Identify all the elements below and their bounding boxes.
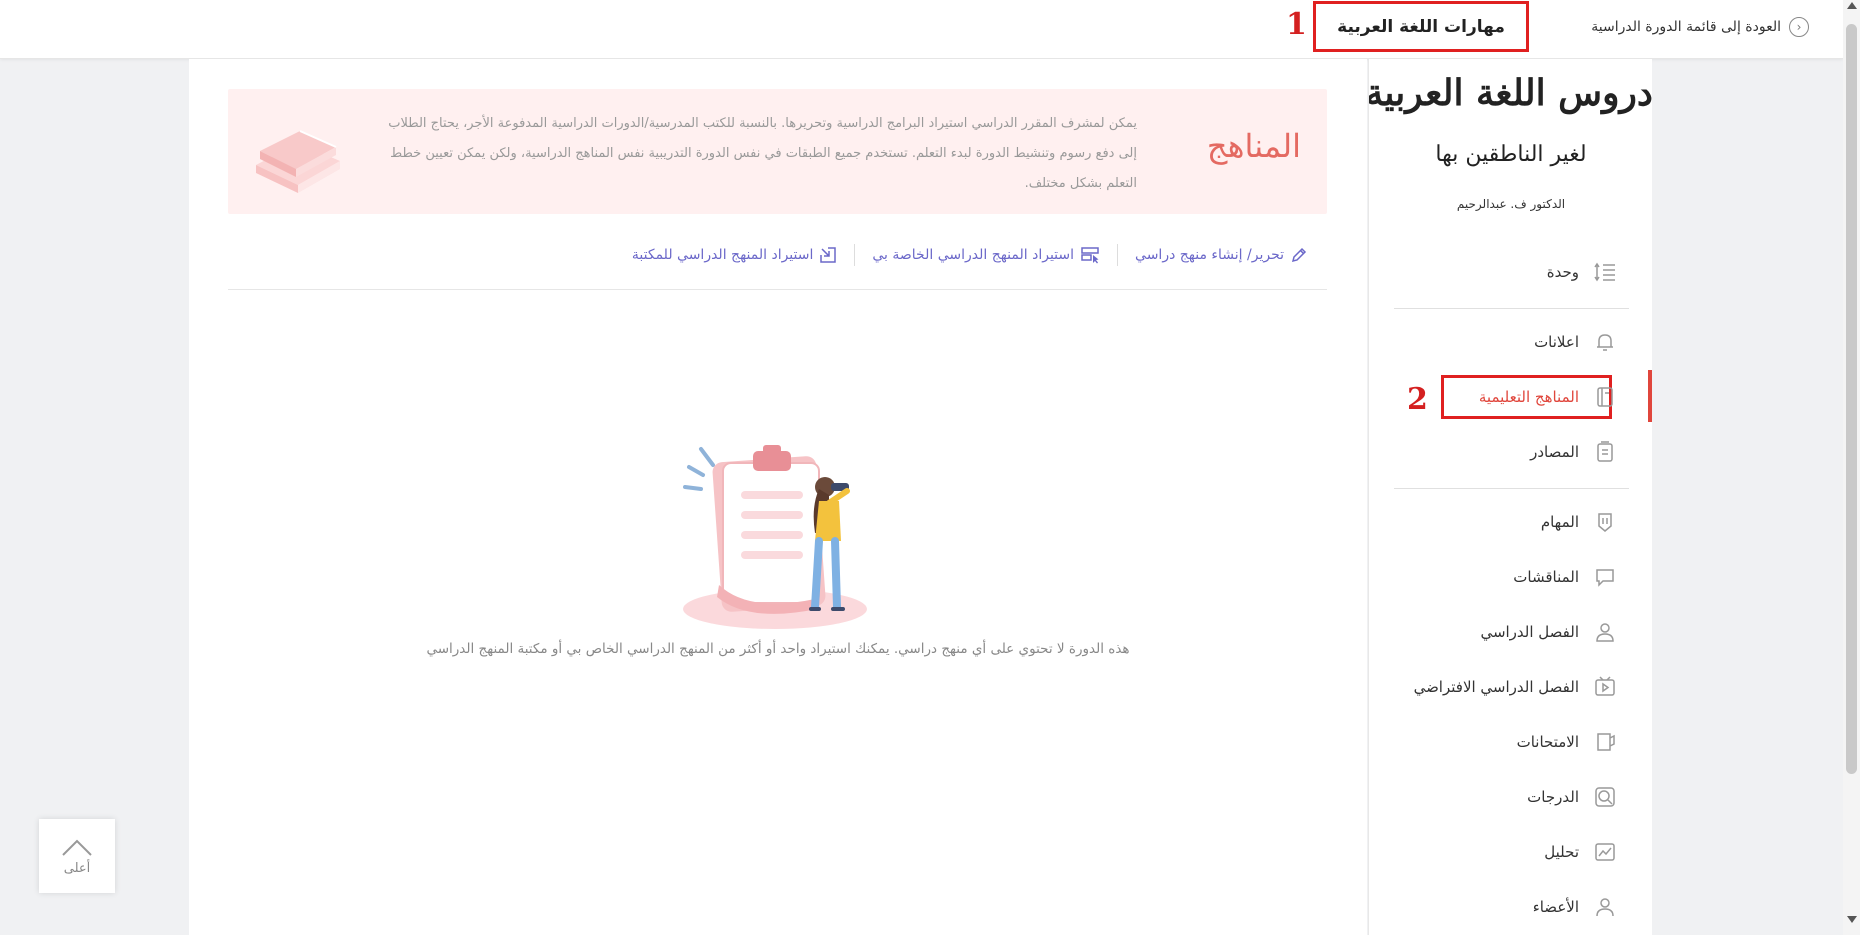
- sidebar-item-label: المهام: [1540, 513, 1579, 531]
- list-icon: [1593, 260, 1617, 284]
- chat-icon: [1593, 565, 1617, 589]
- exam-icon: [1593, 730, 1617, 754]
- task-icon: [1593, 510, 1617, 534]
- book-logo-author: الدكتور ف. عبدالرحيم: [1457, 197, 1565, 212]
- sidebar-item-classroom[interactable]: الفصل الدراسي: [1480, 617, 1617, 647]
- back-to-top-button[interactable]: أعلى: [39, 819, 115, 893]
- banner-title: المناهج: [1206, 127, 1301, 165]
- sidebar-item-resources[interactable]: المصادر: [1530, 437, 1617, 467]
- import-my-syllabus-button[interactable]: استيراد المنهج الدراسي الخاصة بي: [872, 246, 1100, 264]
- sidebar-item-analytics[interactable]: تحليل: [1544, 837, 1617, 867]
- annotation-marker-1: 1: [1286, 7, 1307, 42]
- sidebar-item-label: وحدة: [1546, 263, 1579, 281]
- sidebar-item-grades[interactable]: الدرجات: [1527, 782, 1617, 812]
- grade-icon: [1593, 785, 1617, 809]
- sidebar-item-label: المناهج التعليمية: [1478, 388, 1579, 406]
- sidebar-divider: [1394, 308, 1629, 309]
- action-divider: [1117, 244, 1119, 266]
- sidebar-item-label: الامتحانات: [1516, 733, 1579, 751]
- sidebar-divider: [1394, 488, 1629, 489]
- action-divider: [854, 244, 856, 266]
- sidebar-item-label: الفصل الدراسي الافتراضي: [1413, 678, 1579, 696]
- page-scrollbar[interactable]: [1843, 0, 1860, 935]
- pencil-icon: [1291, 247, 1307, 263]
- resources-icon: [1593, 440, 1617, 464]
- sidebar-item-tasks[interactable]: المهام: [1541, 507, 1617, 537]
- bell-icon: [1593, 330, 1617, 354]
- course-sidebar: دروس اللغة العربية لغير الناطقين بها الد…: [1365, 59, 1653, 935]
- sidebar-item-members[interactable]: الأعضاء: [1533, 892, 1617, 922]
- person-icon: [1593, 620, 1617, 644]
- back-to-top-label: أعلى: [63, 860, 91, 876]
- import-box-icon: [820, 247, 837, 263]
- sidebar-item-exams[interactable]: الامتحانات: [1517, 727, 1617, 757]
- sidebar-item-label: الدرجات: [1527, 788, 1579, 806]
- members-icon: [1593, 895, 1617, 919]
- book-logo-title: دروس اللغة العربية: [1369, 72, 1652, 115]
- course-title-text: مهارات اللغة العربية: [1337, 16, 1505, 37]
- edit-create-syllabus-label: تحرير/ إنشاء منهج دراسي: [1135, 247, 1284, 263]
- back-link-label: العودة إلى قائمة الدورة الدراسية: [1591, 19, 1781, 35]
- edit-create-syllabus-button[interactable]: تحرير/ إنشاء منهج دراسي: [1135, 246, 1308, 264]
- sidebar-item-label: الأعضاء: [1532, 898, 1579, 916]
- annotation-marker-2: 2: [1407, 382, 1428, 417]
- scroll-up-arrow-icon[interactable]: [1847, 2, 1857, 9]
- import-my-syllabus-label: استيراد المنهج الدراسي الخاصة بي: [872, 247, 1075, 263]
- sidebar-item-discussions[interactable]: المناقشات: [1513, 562, 1617, 592]
- video-icon: [1593, 675, 1617, 699]
- sidebar-item-units[interactable]: وحدة: [1547, 257, 1617, 287]
- sidebar-item-virtual-classroom[interactable]: الفصل الدراسي الافتراضي: [1414, 672, 1617, 702]
- scroll-down-arrow-icon[interactable]: [1847, 916, 1857, 923]
- book-logo-subtitle: لغير الناطقين بها: [1435, 142, 1586, 167]
- import-library-syllabus-button[interactable]: استيراد المنهج الدراسي للمكتبة: [632, 246, 837, 264]
- active-indicator: [1648, 370, 1652, 422]
- syllabus-actions: تحرير/ إنشاء منهج دراسي استيراد المنهج ا…: [632, 244, 1308, 266]
- banner-description: يمكن لمشرف المقرر الدراسي استيراد البرام…: [388, 116, 1137, 191]
- sidebar-item-syllabus[interactable]: المناهج التعليمية: [1479, 382, 1617, 412]
- syllabus-banner: المناهج يمكن لمشرف المقرر الدراسي استيرا…: [228, 89, 1327, 214]
- empty-state-message: هذه الدورة لا تحتوي على أي منهج دراسي. ي…: [426, 641, 1130, 657]
- sidebar-item-announcements[interactable]: اعلانات: [1534, 327, 1617, 357]
- sidebar-item-label: تحليل: [1544, 843, 1579, 861]
- course-title: مهارات اللغة العربية: [1313, 1, 1529, 52]
- top-bar: ‹ العودة إلى قائمة الدورة الدراسية مهارا…: [0, 0, 1843, 59]
- empty-clipboard-illustration-icon: [679, 437, 879, 641]
- sidebar-item-label: المناقشات: [1513, 568, 1579, 586]
- sidebar-item-label: اعلانات: [1534, 333, 1579, 351]
- content-divider: [228, 289, 1327, 290]
- chevron-left-icon: ‹: [1789, 17, 1809, 37]
- book-cover-logo: دروس اللغة العربية لغير الناطقين بها الد…: [1365, 59, 1653, 229]
- sidebar-item-label: المصادر: [1530, 443, 1579, 461]
- sidebar-item-label: الفصل الدراسي: [1480, 623, 1579, 641]
- import-library-syllabus-label: استيراد المنهج الدراسي للمكتبة: [631, 247, 814, 263]
- scrollbar-thumb[interactable]: [1846, 24, 1857, 774]
- import-cursor-icon: [1081, 247, 1099, 264]
- chevron-up-icon: [62, 839, 92, 856]
- chart-icon: [1593, 840, 1617, 864]
- back-to-course-list-link[interactable]: ‹ العودة إلى قائمة الدورة الدراسية: [1591, 17, 1809, 37]
- books-illustration-icon: [248, 113, 348, 197]
- main-content: المناهج يمكن لمشرف المقرر الدراسي استيرا…: [189, 59, 1367, 935]
- book-icon: [1593, 385, 1617, 409]
